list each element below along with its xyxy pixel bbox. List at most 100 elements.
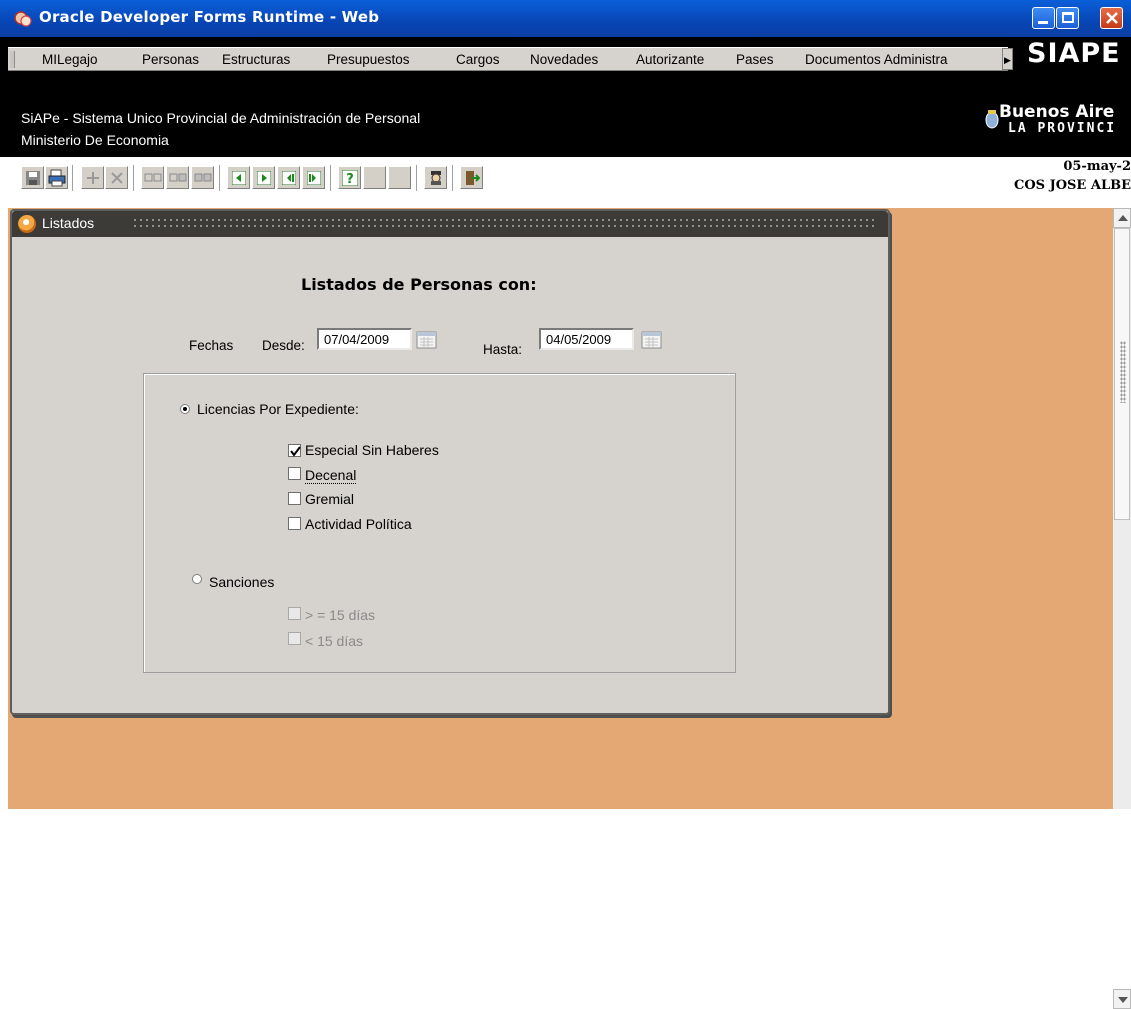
calendar-icon	[641, 331, 662, 349]
close-button[interactable]	[1100, 7, 1123, 29]
chevron-right-icon: ▶	[1004, 55, 1011, 65]
toolbar-separator	[452, 165, 454, 191]
block-button-1[interactable]	[141, 166, 164, 189]
gremial-label: Gremial	[305, 491, 355, 507]
options-groupbox	[143, 373, 736, 673]
delete-x-icon	[111, 172, 123, 184]
menu-personas[interactable]: Personas	[142, 52, 199, 67]
menu-milegajo[interactable]: MILegajo	[42, 52, 98, 67]
menu-grip	[10, 51, 15, 68]
ministry-name: Ministerio De Economia	[21, 132, 169, 148]
block-icon	[169, 173, 187, 182]
toolbar-separator	[72, 165, 74, 191]
next-record-icon	[257, 171, 271, 185]
vertical-scrollbar[interactable]	[1113, 208, 1131, 1009]
previous-block-button[interactable]	[277, 166, 300, 189]
decenal-checkbox[interactable]	[288, 467, 301, 480]
maximize-icon	[1062, 12, 1074, 23]
toolbar-separator	[416, 165, 418, 191]
svg-text:?: ?	[346, 172, 354, 186]
fechas-label: Fechas	[189, 338, 234, 353]
window-titlebar: Oracle Developer Forms Runtime - Web	[0, 0, 1131, 37]
scroll-thumb[interactable]	[1114, 228, 1130, 520]
next-block-icon	[307, 171, 321, 185]
close-icon	[1106, 12, 1118, 24]
workspace-left-edge	[0, 208, 8, 809]
next-record-button[interactable]	[252, 166, 275, 189]
current-date: 05-may-2	[1063, 159, 1131, 174]
help-button[interactable]: ?	[338, 166, 361, 189]
listados-window-titlebar: Listados	[12, 211, 888, 237]
previous-block-icon	[282, 171, 296, 185]
mayor-igual-15-dias-label: > = 15 días	[305, 607, 376, 623]
titlebar-texture	[132, 217, 877, 231]
blank-toolbar-button-1[interactable]	[363, 166, 386, 189]
especial-sin-haberes-checkbox[interactable]	[288, 444, 301, 457]
menu-novedades[interactable]: Novedades	[530, 52, 598, 67]
especial-sin-haberes-label: Especial Sin Haberes	[305, 442, 439, 458]
sanciones-label: Sanciones	[209, 574, 275, 590]
save-button[interactable]	[21, 166, 44, 189]
gremial-checkbox[interactable]	[288, 492, 301, 505]
grip-dots-icon	[1120, 341, 1126, 403]
menu-documentos-administra[interactable]: Documentos Administra	[805, 52, 948, 67]
block-icon	[144, 173, 162, 182]
menor-15-dias-label: < 15 días	[305, 633, 363, 649]
previous-record-button[interactable]	[227, 166, 250, 189]
toolbar-separator	[133, 165, 135, 191]
insert-record-button[interactable]	[81, 166, 104, 189]
decenal-label: Decenal	[305, 467, 357, 484]
desde-date-field[interactable]: 07/04/2009	[317, 328, 412, 350]
menu-autorizante[interactable]: Autorizante	[636, 52, 704, 67]
print-button[interactable]	[45, 166, 68, 189]
exit-door-icon	[466, 171, 480, 185]
menu-estructuras[interactable]: Estructuras	[222, 52, 290, 67]
hasta-calendar-button[interactable]	[641, 330, 663, 350]
minimize-icon	[1038, 21, 1048, 24]
previous-record-icon	[232, 171, 246, 185]
licencias-label: Licencias Por Expediente:	[197, 401, 359, 417]
minimize-button[interactable]	[1032, 7, 1055, 29]
next-block-button[interactable]	[302, 166, 325, 189]
form-window-icon	[18, 215, 36, 233]
hasta-label: Hasta:	[483, 342, 523, 357]
delete-record-button[interactable]	[105, 166, 128, 189]
system-name: SiAPe - Sistema Unico Provincial de Admi…	[21, 110, 421, 126]
actividad-politica-checkbox[interactable]	[288, 517, 301, 530]
menor-15-dias-checkbox[interactable]	[288, 632, 301, 645]
sanciones-radio[interactable]	[192, 574, 202, 584]
form-heading: Listados de Personas con:	[301, 275, 537, 294]
blank-toolbar-button-2[interactable]	[388, 166, 411, 189]
toolbar-separator	[219, 165, 221, 191]
menu-scroll-right-button[interactable]: ▶	[1002, 48, 1013, 70]
maximize-button[interactable]	[1056, 7, 1079, 29]
chevron-down-icon	[1118, 997, 1128, 1003]
block-icon	[194, 173, 212, 182]
checkmark-icon	[290, 446, 301, 457]
print-icon	[48, 169, 66, 187]
form-window-title: Listados	[42, 215, 95, 231]
mayor-igual-15-dias-checkbox[interactable]	[288, 607, 301, 620]
hasta-date-field[interactable]: 04/05/2009	[539, 328, 634, 350]
block-button-2[interactable]	[166, 166, 189, 189]
help-icon: ?	[342, 170, 358, 186]
menu-presupuestos[interactable]: Presupuestos	[327, 52, 410, 67]
scroll-down-button[interactable]	[1113, 989, 1131, 1009]
query-button[interactable]	[424, 166, 447, 189]
desde-label: Desde:	[262, 338, 305, 353]
save-icon	[26, 171, 40, 185]
calendar-icon	[416, 331, 437, 349]
block-button-3[interactable]	[191, 166, 214, 189]
window-title: Oracle Developer Forms Runtime - Web	[39, 8, 380, 26]
licencias-radio[interactable]	[180, 404, 190, 414]
exit-button[interactable]	[460, 166, 483, 189]
siape-logo: SIAPE	[1027, 38, 1121, 69]
query-detective-icon	[431, 171, 441, 185]
menu-cargos[interactable]: Cargos	[456, 52, 500, 67]
desde-calendar-button[interactable]	[416, 330, 438, 350]
menu-bar: MILegajo Personas Estructuras Presupuest…	[8, 47, 1008, 71]
menu-pases[interactable]: Pases	[736, 52, 774, 67]
actividad-politica-label: Actividad Política	[305, 516, 412, 532]
scroll-up-button[interactable]	[1113, 208, 1131, 228]
plus-icon	[87, 172, 99, 184]
